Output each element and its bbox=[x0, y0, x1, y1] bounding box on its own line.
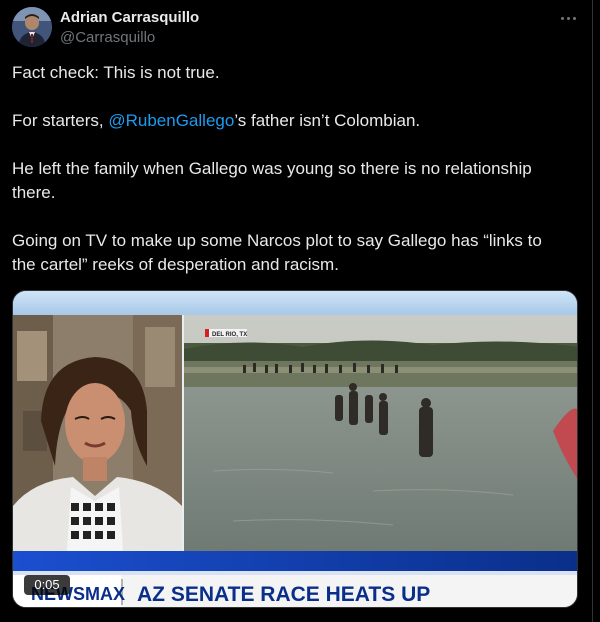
mention-link[interactable]: @RubenGallego bbox=[108, 111, 234, 130]
tweet-text-line: the cartel” reeks of desperation and rac… bbox=[12, 255, 339, 274]
tweet-text-line: He left the family when Gallego was youn… bbox=[12, 159, 532, 178]
avatar-image bbox=[12, 7, 52, 47]
tweet-text-line: Going on TV to make up some Narcos plot … bbox=[12, 231, 542, 250]
avatar[interactable] bbox=[12, 7, 52, 47]
river-footage: DEL RIO, TX bbox=[184, 315, 577, 551]
guest-panel bbox=[13, 315, 182, 551]
tweet-text-line: Fact check: This is not true. bbox=[12, 63, 220, 82]
tweet-text-line: there. bbox=[12, 183, 56, 202]
video-duration-badge: 0:05 bbox=[24, 575, 70, 595]
more-options-button[interactable] bbox=[556, 6, 580, 30]
chyron-headline: AZ SENATE RACE HEATS UP bbox=[137, 583, 430, 606]
author-handle[interactable]: @Carrasquillo bbox=[60, 29, 155, 46]
video-player[interactable]: DEL RIO, TX NEWSMAX AZ SENATE RACE HEATS… bbox=[12, 290, 578, 608]
tweet-text-fragment: ’s father isn’t Colombian. bbox=[234, 111, 421, 130]
location-tag: DEL RIO, TX bbox=[212, 332, 247, 338]
tweet-text-line: For starters, @RubenGallego’s father isn… bbox=[12, 109, 572, 133]
author-name[interactable]: Adrian Carrasquillo bbox=[60, 9, 199, 26]
tweet-text-fragment: For starters, bbox=[12, 111, 109, 130]
tweet-card[interactable]: Adrian Carrasquillo @Carrasquillo Fact c… bbox=[0, 0, 593, 622]
video-frame: DEL RIO, TX NEWSMAX AZ SENATE RACE HEATS… bbox=[13, 291, 577, 607]
more-horizontal-icon bbox=[559, 16, 577, 20]
